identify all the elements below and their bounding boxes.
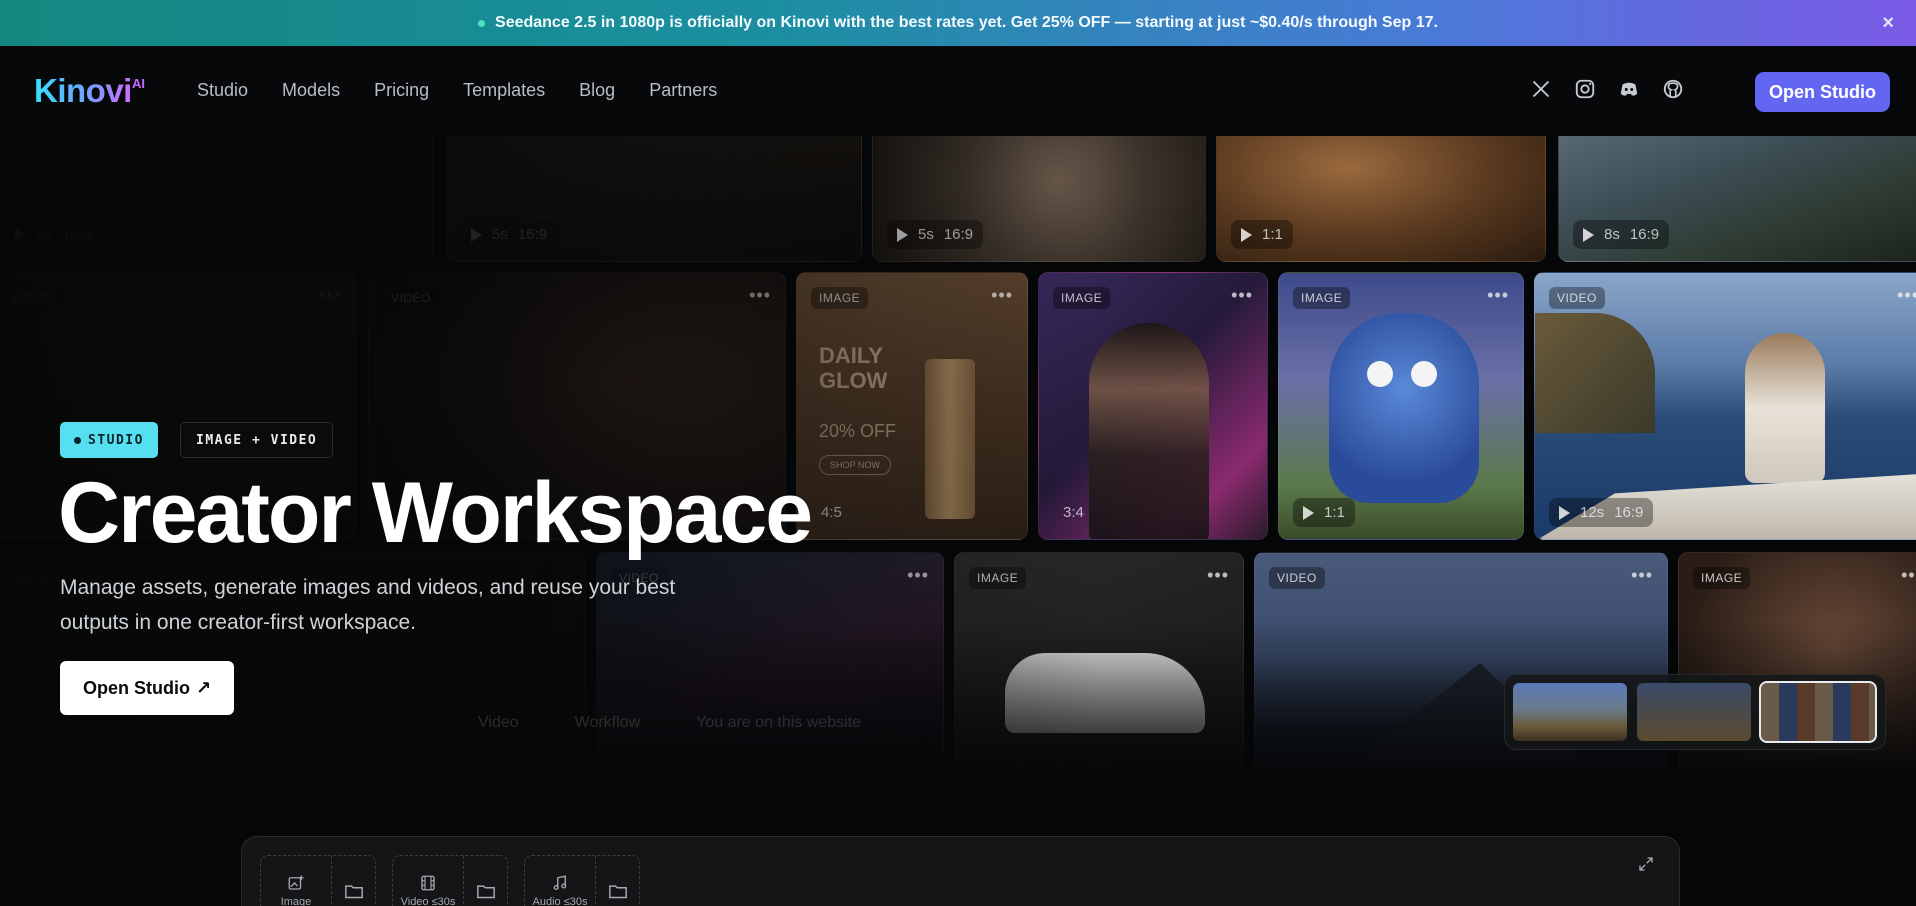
play-icon [15,227,26,242]
woman-figure [1745,333,1825,483]
nav-pricing[interactable]: Pricing [374,80,429,101]
studio-chip: STUDIO [60,422,158,458]
monster-eye [1367,361,1393,387]
more-icon[interactable]: ••• [1207,565,1229,586]
media-tile[interactable]: IMAGE ••• 1:1 [1278,272,1524,540]
announcement-text[interactable]: Seedance 2.5 in 1080p is officially on K… [495,14,1438,32]
play-icon [471,227,482,242]
tile-meta: 12s 16:9 [1549,498,1654,527]
ad-offer: 20% OFF [819,421,897,441]
media-tile[interactable]: IMAGE ••• [954,552,1244,776]
thumbnail[interactable] [1513,683,1627,741]
more-icon[interactable]: ••• [907,565,929,586]
ghost-tabs: Video Workflow You are on this website [478,714,861,731]
more-icon[interactable]: ••• [1487,285,1509,306]
nav-blog[interactable]: Blog [579,80,615,101]
media-tile[interactable]: IMAGE ••• DAILY GLOW 20% OFF SHOP NOW 4:5 [796,272,1028,540]
tile-meta: 5s 16:9 [5,220,102,249]
tile-meta: 3:4 [1063,504,1084,521]
image-plus-icon [288,875,304,890]
monster-figure [1329,313,1479,503]
hero-subtitle: Manage assets, generate images and video… [60,576,676,634]
chip-dot [74,436,81,444]
more-icon[interactable]: ••• [1897,285,1916,306]
attach-audio-button[interactable]: Audio ≤30s [525,856,595,906]
instagram-icon[interactable] [1572,76,1598,102]
expand-icon[interactable] [1637,855,1655,878]
attach-image-button[interactable]: Image [261,856,331,906]
monster-eye [1411,361,1437,387]
play-icon [897,227,908,242]
tile-meta: 4:5 [821,504,842,521]
brand-logo[interactable]: Kinovi [34,72,132,110]
tile-meta: 1:1 [1231,220,1293,249]
announcement-dot [478,19,486,27]
product-bottle [925,359,975,519]
cliff-shape [1535,313,1655,433]
more-icon[interactable]: ••• [1631,565,1653,586]
open-studio-hero-button[interactable]: Open Studio ↗ [60,661,234,715]
tile-meta: 1:1 [1293,498,1355,527]
thumbnail-active[interactable] [1759,681,1877,743]
media-tile[interactable]: IMAGE ••• 3:4 [1038,272,1268,540]
attach-video-button[interactable]: Video ≤30s [393,856,463,906]
play-icon [1559,505,1570,520]
prompt-composer: Image Video ≤30s Audio ≤30s [241,836,1680,906]
more-icon[interactable]: ••• [1901,565,1916,586]
main-nav: Studio Models Pricing Templates Blog Par… [197,80,717,101]
media-tile[interactable]: 5s 16:9 [446,136,862,262]
attach-audio-group: Audio ≤30s [524,855,640,906]
close-icon[interactable]: × [1882,12,1894,35]
site-header: Kinovi AI Studio Models Pricing Template… [0,46,1916,136]
media-tile[interactable]: 5s 16:9 [0,136,434,262]
ad-title: DAILY GLOW [819,343,888,393]
play-icon [1303,505,1314,520]
folder-icon[interactable] [463,856,507,906]
play-icon [1583,227,1594,242]
sneaker-shape [1005,653,1205,733]
play-icon [1241,227,1252,242]
media-tile[interactable]: VIDEO ••• 12s16:9 [1534,272,1916,540]
folder-icon[interactable] [331,856,375,906]
nav-templates[interactable]: Templates [463,80,545,101]
attach-video-group: Video ≤30s [392,855,508,906]
announcement-bar: Seedance 2.5 in 1080p is officially on K… [0,0,1916,46]
media-tile[interactable]: 5s 16:9 [872,136,1206,262]
attach-image-group: Image [260,855,376,906]
more-icon[interactable]: ••• [991,285,1013,306]
folder-icon[interactable] [595,856,639,906]
nav-studio[interactable]: Studio [197,80,248,101]
github-icon[interactable] [1660,76,1686,102]
discord-icon[interactable] [1616,76,1642,102]
film-icon [421,875,435,891]
hero-title: Creator Workspace [58,465,813,561]
more-icon[interactable]: ••• [749,285,771,306]
tile-meta: 5s 16:9 [461,220,558,249]
nav-models[interactable]: Models [282,80,340,101]
portrait-figure [1089,323,1209,539]
music-note-icon [553,875,567,891]
x-icon[interactable] [1528,76,1554,102]
brand-logo-sup: AI [132,76,145,91]
media-tile[interactable]: 8s 16:9 [1558,136,1916,262]
ad-shop-button: SHOP NOW [819,455,891,475]
slide-thumbnails [1504,674,1886,750]
page: Seedance 2.5 in 1080p is officially on K… [0,0,1916,906]
thumbnail[interactable] [1637,683,1751,741]
social-links [1528,76,1686,102]
media-tile[interactable]: 1:1 [1216,136,1546,262]
tile-meta: 5s 16:9 [887,220,984,249]
tile-meta: 8s 16:9 [1573,220,1670,249]
more-icon[interactable]: ••• [1231,285,1253,306]
more-icon[interactable]: ••• [319,285,341,306]
arrow-up-right-icon: ↗ [195,677,212,698]
open-studio-header-button[interactable]: Open Studio [1755,72,1890,112]
image-video-chip: IMAGE + VIDEO [180,422,334,458]
nav-partners[interactable]: Partners [649,80,717,101]
